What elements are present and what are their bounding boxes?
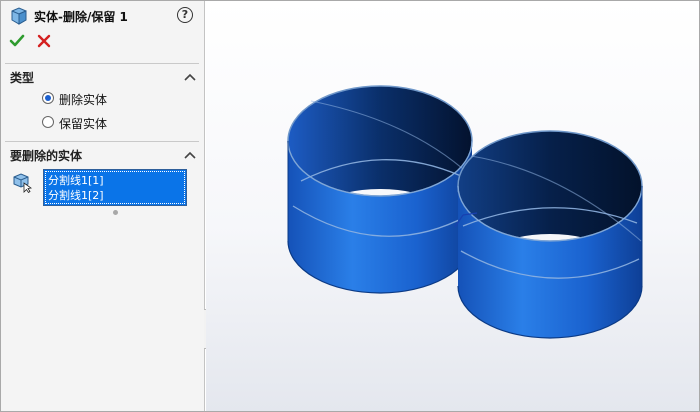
radio-button[interactable]	[42, 92, 54, 104]
list-item[interactable]: 分割线1[2]	[48, 187, 104, 203]
list-item[interactable]: 分割线1[1]	[48, 172, 104, 188]
bodies-section-title: 要删除的实体	[10, 149, 83, 163]
chevron-up-icon[interactable]	[184, 73, 196, 81]
solid-body-selection-icon	[11, 171, 33, 193]
divider	[5, 63, 199, 64]
radio-label: 删除实体	[59, 93, 108, 107]
checkmark-icon	[9, 34, 25, 47]
right-ring-body[interactable]	[457, 130, 643, 339]
model-view[interactable]	[206, 1, 699, 411]
radio-label: 保留实体	[59, 117, 108, 131]
bodies-selection-list[interactable]: 分割线1[1] 分割线1[2]	[43, 169, 187, 206]
property-manager-panel: 实体-删除/保留 1 ? 类型 删除实体 保留实体 要删除的实体 分割线1[1]…	[1, 1, 205, 411]
left-ring-body[interactable]	[287, 85, 473, 294]
property-manager-header: 实体-删除/保留 1 ?	[9, 6, 199, 26]
divider	[5, 141, 199, 142]
delete-body-icon	[9, 6, 29, 26]
resize-grip[interactable]	[113, 210, 118, 215]
radio-button[interactable]	[42, 116, 54, 128]
chevron-up-icon[interactable]	[184, 151, 196, 159]
ok-button[interactable]	[9, 33, 25, 49]
page-title: 实体-删除/保留 1	[34, 10, 128, 24]
cancel-button[interactable]	[36, 33, 52, 49]
close-icon	[37, 34, 51, 48]
type-section-title: 类型	[10, 71, 35, 85]
app-window: 实体-删除/保留 1 ? 类型 删除实体 保留实体 要删除的实体 分割线1[1]…	[0, 0, 700, 412]
help-icon[interactable]: ?	[177, 7, 193, 23]
graphics-area[interactable]	[206, 1, 699, 411]
